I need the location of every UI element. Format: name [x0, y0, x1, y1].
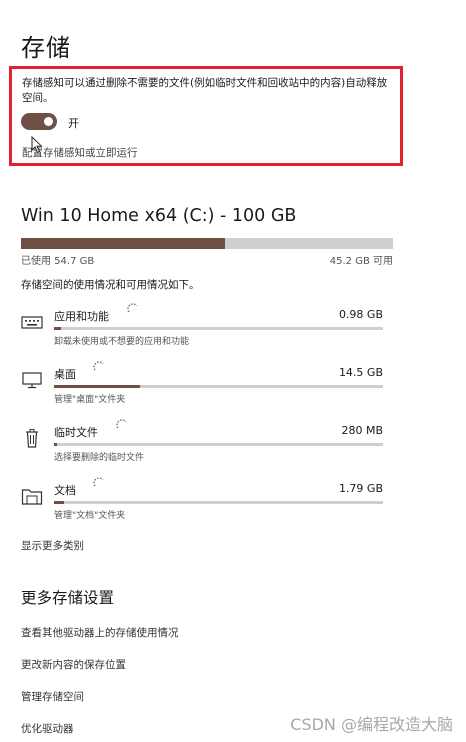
- category-description: 选择要删除的临时文件: [54, 453, 145, 463]
- view-other-drives-link[interactable]: 查看其他驱动器上的存储使用情况: [21, 625, 179, 640]
- storage-sense-description: 存储感知可以通过删除不需要的文件(例如临时文件和回收站中的内容)自动释放空间。: [22, 77, 388, 104]
- category-documents[interactable]: 文档 1.79 GB 管理"文档"文件夹: [0, 477, 466, 530]
- trash-icon: [26, 429, 38, 448]
- show-more-categories-link[interactable]: 显示更多类别: [21, 538, 84, 553]
- keyboard-icon: [21, 316, 43, 329]
- watermark: CSDN @编程改造大脑: [290, 715, 453, 734]
- category-size: 14.5 GB: [338, 366, 383, 379]
- toggle-state-label: 开: [68, 117, 79, 130]
- mouse-cursor-icon: [31, 136, 43, 154]
- category-usage-bar: [54, 327, 383, 330]
- category-usage-bar: [54, 443, 383, 446]
- folder-icon: [21, 489, 43, 505]
- category-usage-fill: [54, 501, 64, 504]
- category-usage-bar: [54, 385, 383, 388]
- category-description: 卸载未使用或不想要的应用和功能: [54, 337, 190, 347]
- category-name: 应用和功能: [54, 310, 109, 323]
- drive-title: Win 10 Home x64 (C:) - 100 GB: [21, 206, 297, 226]
- category-usage-fill: [54, 327, 61, 330]
- usage-description: 存储空间的使用情况和可用情况如下。: [21, 279, 200, 291]
- category-name: 桌面: [54, 368, 76, 381]
- category-description: 管理"文档"文件夹: [54, 511, 126, 521]
- loading-spinner-icon: [127, 303, 138, 313]
- category-size: 1.79 GB: [338, 482, 383, 495]
- manage-storage-spaces-link[interactable]: 管理存储空间: [21, 689, 84, 704]
- used-space-label: 已使用 54.7 GB: [21, 256, 95, 267]
- category-name: 临时文件: [54, 426, 98, 439]
- category-usage-fill: [54, 443, 58, 446]
- category-size: 280 MB: [341, 424, 383, 437]
- drive-usage-bar: [21, 238, 393, 249]
- page-title: 存储: [21, 34, 71, 62]
- loading-spinner-icon: [116, 419, 127, 429]
- category-temp-files[interactable]: 临时文件 280 MB 选择要删除的临时文件: [0, 419, 466, 472]
- storage-sense-toggle[interactable]: [21, 113, 57, 130]
- category-usage-bar: [54, 501, 383, 504]
- monitor-icon: [22, 372, 42, 389]
- loading-spinner-icon: [93, 477, 104, 487]
- category-description: 管理"桌面"文件夹: [54, 395, 126, 405]
- category-name: 文档: [54, 484, 76, 497]
- category-usage-fill: [54, 385, 140, 388]
- toggle-knob: [44, 117, 53, 126]
- optimize-drives-link[interactable]: 优化驱动器: [21, 721, 74, 736]
- more-settings-title: 更多存储设置: [21, 589, 115, 607]
- category-apps[interactable]: 应用和功能 0.98 GB 卸载未使用或不想要的应用和功能: [0, 303, 466, 356]
- category-size: 0.98 GB: [338, 308, 383, 321]
- change-save-location-link[interactable]: 更改新内容的保存位置: [21, 657, 126, 672]
- category-desktop[interactable]: 桌面 14.5 GB 管理"桌面"文件夹: [0, 361, 466, 414]
- free-space-label: 45.2 GB 可用: [329, 256, 393, 267]
- drive-usage-fill: [21, 238, 225, 249]
- loading-spinner-icon: [93, 361, 104, 371]
